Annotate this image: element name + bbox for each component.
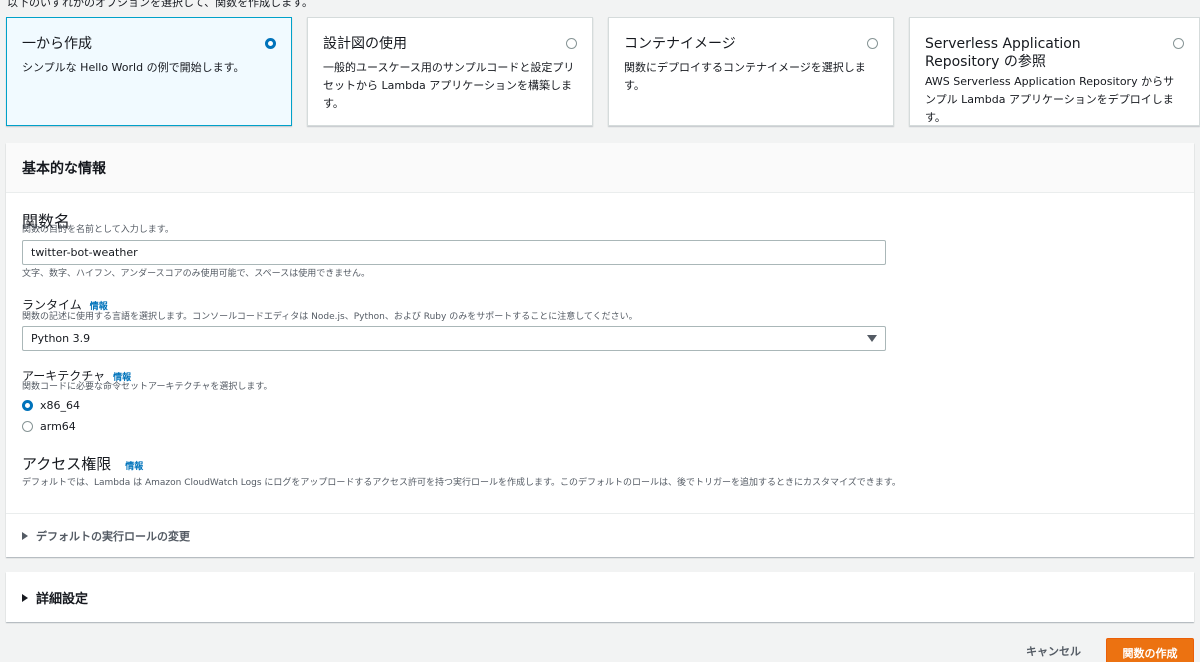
option-desc: 関数にデプロイするコンテナイメージを選択します。 (624, 61, 866, 92)
option-title: Serverless Application Repository の参照 (925, 36, 1081, 70)
creation-options: 一から作成 シンプルな Hello World の例で開始します。 設計図の使用… (6, 17, 1200, 127)
radio-unselected[interactable] (22, 421, 33, 432)
instruction-text: 以下のいずれかのオプションを選択して、関数を作成します。 (7, 0, 314, 9)
divider (6, 513, 1194, 514)
option-desc: シンプルな Hello World の例で開始します。 (22, 61, 245, 74)
radio-label: x86_64 (40, 399, 81, 412)
option-title: 設計図の使用 (323, 36, 407, 52)
access-title-row: アクセス権限 情報 (22, 454, 143, 473)
basic-info-panel: 基本的な情報 関数名 関数の目的を名前として入力します。 twitter-bot… (6, 143, 1194, 557)
runtime-label: ランタイム (22, 298, 82, 312)
runtime-hint: 関数の記述に使用する言語を選択します。コンソールコードエディタは Node.js… (22, 312, 638, 322)
access-desc: デフォルトでは、Lambda は Amazon CloudWatch Logs … (22, 478, 901, 488)
option-radio[interactable] (566, 38, 577, 49)
function-name-constraint: 文字、数字、ハイフン、アンダースコアのみ使用可能で、スペースは使用できません。 (22, 269, 370, 279)
role-expander[interactable]: デフォルトの実行ロールの変更 (22, 528, 190, 544)
option-radio[interactable] (1173, 38, 1184, 49)
option-desc: 一般的ユースケース用のサンプルコードと設定プリセットから Lambda アプリケ… (323, 61, 575, 110)
option-title: コンテナイメージ (624, 36, 736, 52)
expander-label: 詳細設定 (36, 592, 89, 607)
option-container-image[interactable]: コンテナイメージ 関数にデプロイするコンテナイメージを選択します。 (608, 17, 894, 126)
radio-label: arm64 (40, 420, 76, 433)
architecture-hint: 関数コードに必要な命令セットアーキテクチャを選択します。 (22, 382, 273, 392)
option-desc: AWS Serverless Application Repository から… (925, 75, 1175, 124)
advanced-settings-panel[interactable]: 詳細設定 (6, 572, 1194, 622)
function-name-hint: 関数の目的を名前として入力します。 (22, 225, 174, 235)
cancel-button[interactable]: キャンセル (1026, 643, 1081, 659)
runtime-value: Python 3.9 (31, 332, 91, 345)
radio-selected[interactable] (22, 400, 33, 411)
access-info-link[interactable]: 情報 (125, 462, 143, 472)
function-name-input[interactable]: twitter-bot-weather (22, 240, 886, 265)
option-title: 一から作成 (22, 36, 92, 52)
runtime-select[interactable]: Python 3.9 (22, 326, 886, 351)
advanced-expander[interactable]: 詳細設定 (22, 588, 88, 607)
caret-down-icon (867, 335, 877, 342)
option-radio[interactable] (265, 38, 276, 49)
option-author-from-scratch[interactable]: 一から作成 シンプルな Hello World の例で開始します。 (6, 17, 292, 126)
expander-label: デフォルトの実行ロールの変更 (36, 530, 190, 543)
access-title: アクセス権限 (22, 455, 112, 473)
option-serverless-repository[interactable]: Serverless Application Repository の参照 AW… (909, 17, 1200, 126)
option-use-blueprint[interactable]: 設計図の使用 一般的ユースケース用のサンプルコードと設定プリセットから Lamb… (307, 17, 593, 126)
create-function-button[interactable]: 関数の作成 (1106, 638, 1194, 662)
caret-right-icon (22, 532, 28, 540)
option-radio[interactable] (867, 38, 878, 49)
architecture-option-arm[interactable]: arm64 (22, 420, 76, 433)
architecture-option-x86[interactable]: x86_64 (22, 399, 80, 412)
caret-right-icon (22, 593, 28, 602)
panel-title: 基本的な情報 (6, 143, 1194, 193)
